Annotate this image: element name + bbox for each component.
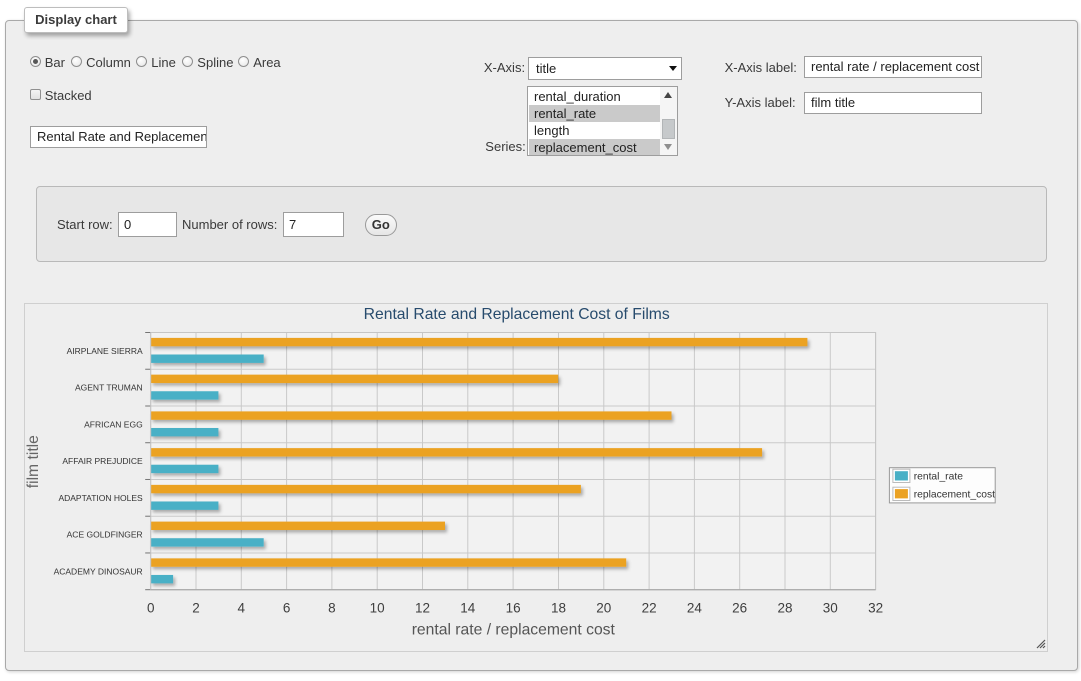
svg-text:26: 26 xyxy=(732,601,747,616)
svg-text:20: 20 xyxy=(596,601,611,616)
svg-text:ACADEMY DINOSAUR: ACADEMY DINOSAUR xyxy=(54,566,143,576)
svg-text:AFFAIR PREJUDICE: AFFAIR PREJUDICE xyxy=(62,456,143,466)
svg-text:10: 10 xyxy=(370,601,385,616)
svg-text:30: 30 xyxy=(823,601,838,616)
svg-text:ACE GOLDFINGER: ACE GOLDFINGER xyxy=(67,530,143,540)
svg-text:AFRICAN EGG: AFRICAN EGG xyxy=(84,419,143,429)
svg-text:film title: film title xyxy=(25,435,42,488)
svg-text:22: 22 xyxy=(642,601,657,616)
svg-text:16: 16 xyxy=(506,601,521,616)
svg-text:12: 12 xyxy=(415,601,430,616)
svg-text:replacement_cost: replacement_cost xyxy=(914,490,995,501)
svg-text:28: 28 xyxy=(777,601,792,616)
svg-text:AGENT TRUMAN: AGENT TRUMAN xyxy=(75,383,143,393)
svg-text:14: 14 xyxy=(460,601,476,616)
svg-text:24: 24 xyxy=(687,601,703,616)
svg-text:4: 4 xyxy=(238,601,246,616)
svg-text:0: 0 xyxy=(147,601,155,616)
svg-text:8: 8 xyxy=(328,601,336,616)
svg-text:Rental Rate and Replacement Co: Rental Rate and Replacement Cost of Film… xyxy=(364,306,670,323)
svg-text:AIRPLANE SIERRA: AIRPLANE SIERRA xyxy=(67,346,143,356)
svg-text:32: 32 xyxy=(868,601,883,616)
svg-text:18: 18 xyxy=(551,601,566,616)
svg-text:rental_rate: rental_rate xyxy=(914,472,964,483)
svg-text:6: 6 xyxy=(283,601,291,616)
svg-text:ADAPTATION HOLES: ADAPTATION HOLES xyxy=(58,493,143,503)
svg-text:2: 2 xyxy=(192,601,200,616)
svg-text:rental rate / replacement cost: rental rate / replacement cost xyxy=(412,621,616,638)
